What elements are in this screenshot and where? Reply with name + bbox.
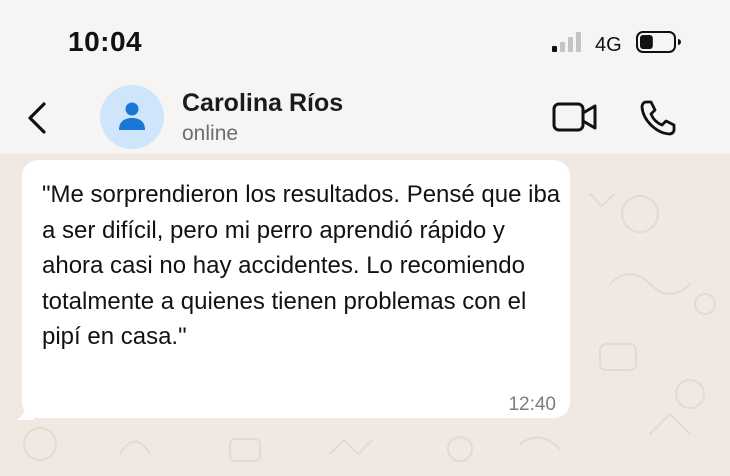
phone-icon[interactable] — [638, 98, 678, 138]
message-text: "Me sorprendieron los resultados. Pensé … — [42, 181, 561, 350]
signal-strength-icon — [552, 32, 581, 52]
chat-header: Carolina Ríos online — [0, 80, 730, 154]
battery-icon — [636, 31, 681, 53]
status-time: 10:04 — [68, 26, 143, 57]
chat-area[interactable]: "Me sorprendieron los resultados. Pensé … — [0, 154, 730, 476]
contact-name[interactable]: Carolina Ríos — [182, 89, 343, 118]
message-bubble[interactable]: "Me sorprendieron los resultados. Pensé … — [22, 160, 570, 418]
video-camera-icon[interactable] — [551, 100, 599, 134]
network-type: 4G — [595, 34, 622, 56]
contact-status: online — [182, 122, 239, 145]
person-icon — [119, 102, 145, 130]
status-bar: 10:04 4G — [0, 0, 730, 80]
message-time: 12:40 — [508, 394, 556, 415]
avatar[interactable] — [100, 85, 164, 149]
back-chevron-icon[interactable] — [22, 100, 52, 136]
